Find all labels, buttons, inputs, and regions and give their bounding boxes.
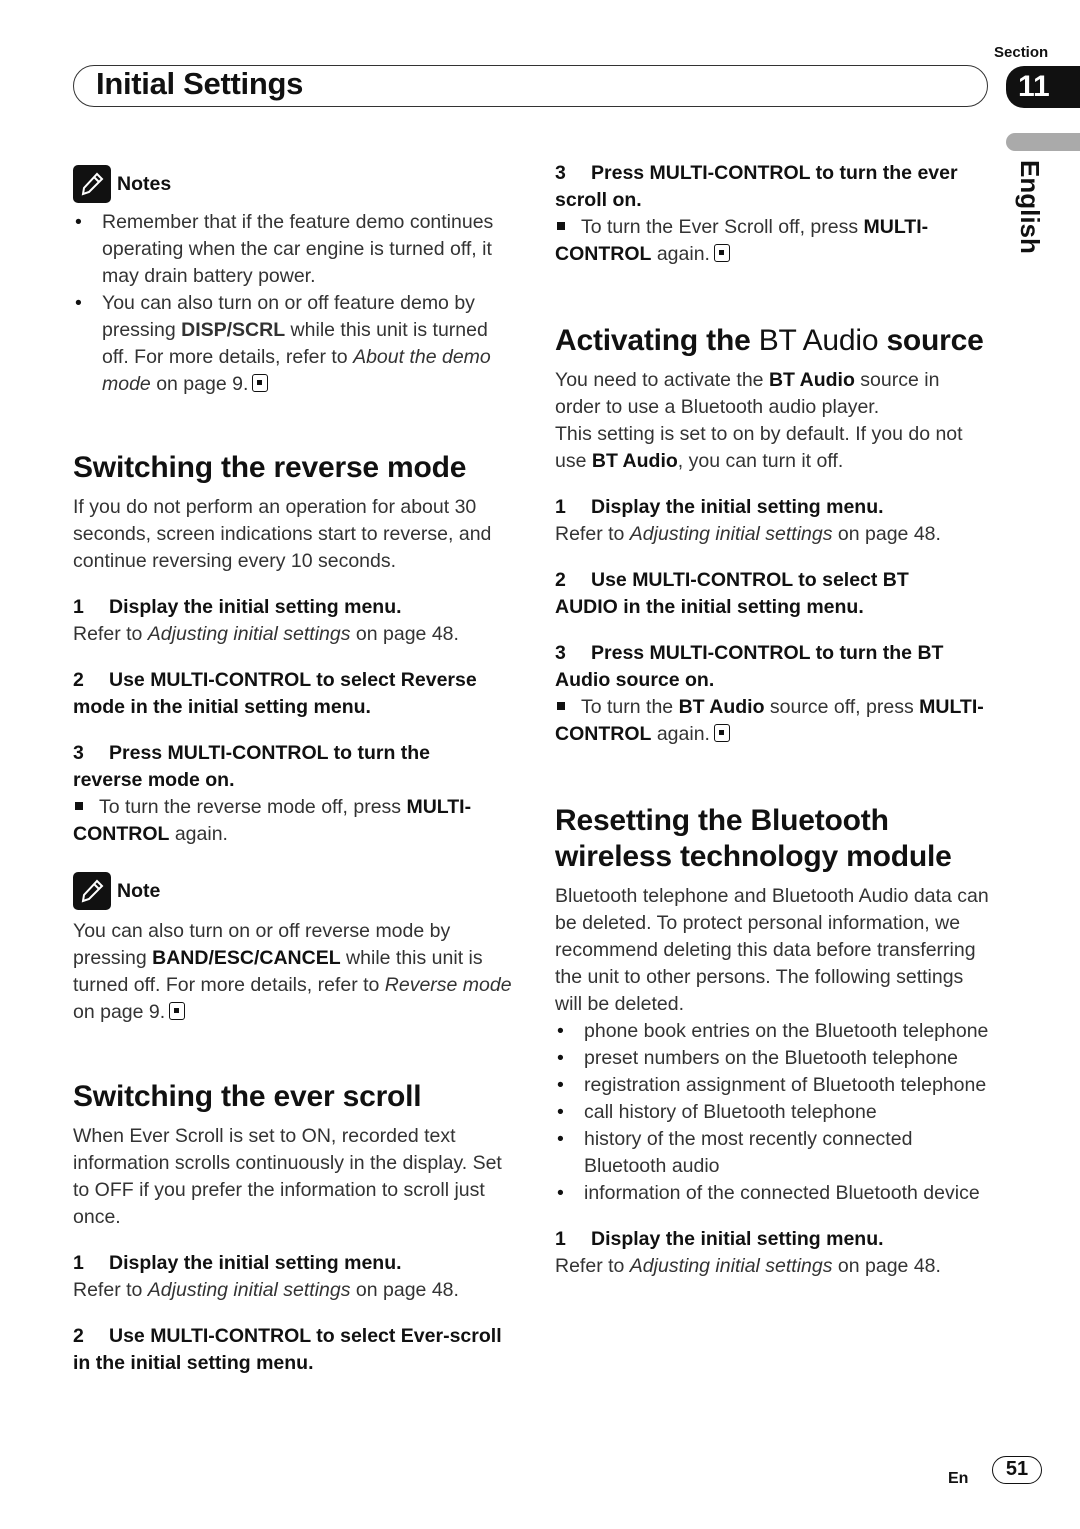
bt-audio-heading: Activating the BT Audio source [555, 324, 984, 357]
notes-heading-text: Notes [117, 172, 172, 195]
page-number: 51 [992, 1456, 1042, 1484]
language-label-text: English [1015, 160, 1045, 254]
step-3-sub: To turn the reverse mode off, press MULT… [73, 796, 472, 845]
square-bullet-icon [75, 802, 83, 811]
reverse-mode-heading: Switching the reverse mode [73, 451, 467, 484]
step-1: 1 Display the initial setting menu. [73, 1252, 402, 1274]
footer-language-code: En [948, 1470, 969, 1487]
step-1-reference: Refer to Adjusting initial settings on p… [73, 623, 459, 645]
language-tab-marker [1006, 133, 1080, 151]
step-2: 2 Use MULTI-CONTROL to select BT AUDIO in… [555, 569, 909, 618]
end-of-section-icon [169, 1002, 186, 1020]
step-2: 2 Use MULTI-CONTROL to select Reverse mod… [73, 669, 477, 718]
note-heading-text: Note [117, 879, 161, 902]
step-2: 2 Use MULTI-CONTROL to select Ever-scroll… [73, 1325, 502, 1374]
list-item: You can also turn on or off feature demo… [73, 290, 513, 398]
square-bullet-icon [557, 222, 565, 231]
reverse-note-text: You can also turn on or off reverse mode… [73, 920, 512, 1023]
section-label: Section [994, 44, 1049, 61]
list-item: Remember that if the feature demo contin… [73, 209, 513, 290]
ever-scroll-intro: When Ever Scroll is set to ON, recorded … [73, 1125, 502, 1228]
step-1-reference: Refer to Adjusting initial settings on p… [555, 1255, 941, 1277]
left-column: Notes Remember that if the feature demo … [73, 165, 513, 1377]
right-column: 3 Press MULTI-CONTROL to turn the ever sc… [555, 160, 990, 1280]
end-of-section-icon [252, 374, 269, 392]
list-item: phone book entries on the Bluetooth tele… [555, 1018, 990, 1045]
bt-audio-intro-2: This setting is set to on by default. If… [555, 423, 963, 472]
section-number-badge: 11 [1006, 66, 1080, 108]
step-1-reference: Refer to Adjusting initial settings on p… [73, 1279, 459, 1301]
step-3: 3 Press MULTI-CONTROL to turn the reverse… [73, 742, 431, 791]
reverse-mode-intro: If you do not perform an operation for a… [73, 496, 492, 572]
notes-list: Remember that if the feature demo contin… [73, 209, 513, 398]
language-label: English [1003, 160, 1059, 254]
pencil-note-icon [73, 872, 111, 910]
note-heading: Note [73, 872, 513, 910]
notes-heading: Notes [73, 165, 513, 203]
square-bullet-icon [557, 702, 565, 711]
step-1: 1 Display the initial setting menu. [555, 496, 884, 518]
ever-scroll-heading: Switching the ever scroll [73, 1080, 422, 1113]
end-of-section-icon [713, 244, 730, 262]
step-3-sub: To turn the Ever Scroll off, press MULTI… [555, 216, 929, 265]
list-item: call history of Bluetooth telephone [555, 1099, 990, 1126]
deleted-settings-list: phone book entries on the Bluetooth tele… [555, 1018, 990, 1207]
step-3-sub: To turn the BT Audio source off, press M… [555, 696, 984, 745]
step-1: 1 Display the initial setting menu. [73, 596, 402, 618]
end-of-section-icon [713, 724, 730, 742]
page-title: Initial Settings [96, 66, 304, 101]
step-3: 3 Press MULTI-CONTROL to turn the ever sc… [555, 162, 958, 211]
list-item: information of the connected Bluetooth d… [555, 1180, 990, 1207]
list-item: preset numbers on the Bluetooth telephon… [555, 1045, 990, 1072]
list-item: registration assignment of Bluetooth tel… [555, 1072, 990, 1099]
step-1: 1 Display the initial setting menu. [555, 1228, 884, 1250]
reset-bluetooth-heading: Resetting the Bluetooth wireless technol… [555, 804, 952, 873]
step-1-reference: Refer to Adjusting initial settings on p… [555, 523, 941, 545]
bt-audio-intro-1: You need to activate the BT Audio source… [555, 369, 940, 418]
reset-intro: Bluetooth telephone and Bluetooth Audio … [555, 885, 989, 1015]
step-3: 3 Press MULTI-CONTROL to turn the BT Audi… [555, 642, 944, 691]
list-item: history of the most recently connected B… [555, 1126, 990, 1180]
pencil-note-icon [73, 165, 111, 203]
